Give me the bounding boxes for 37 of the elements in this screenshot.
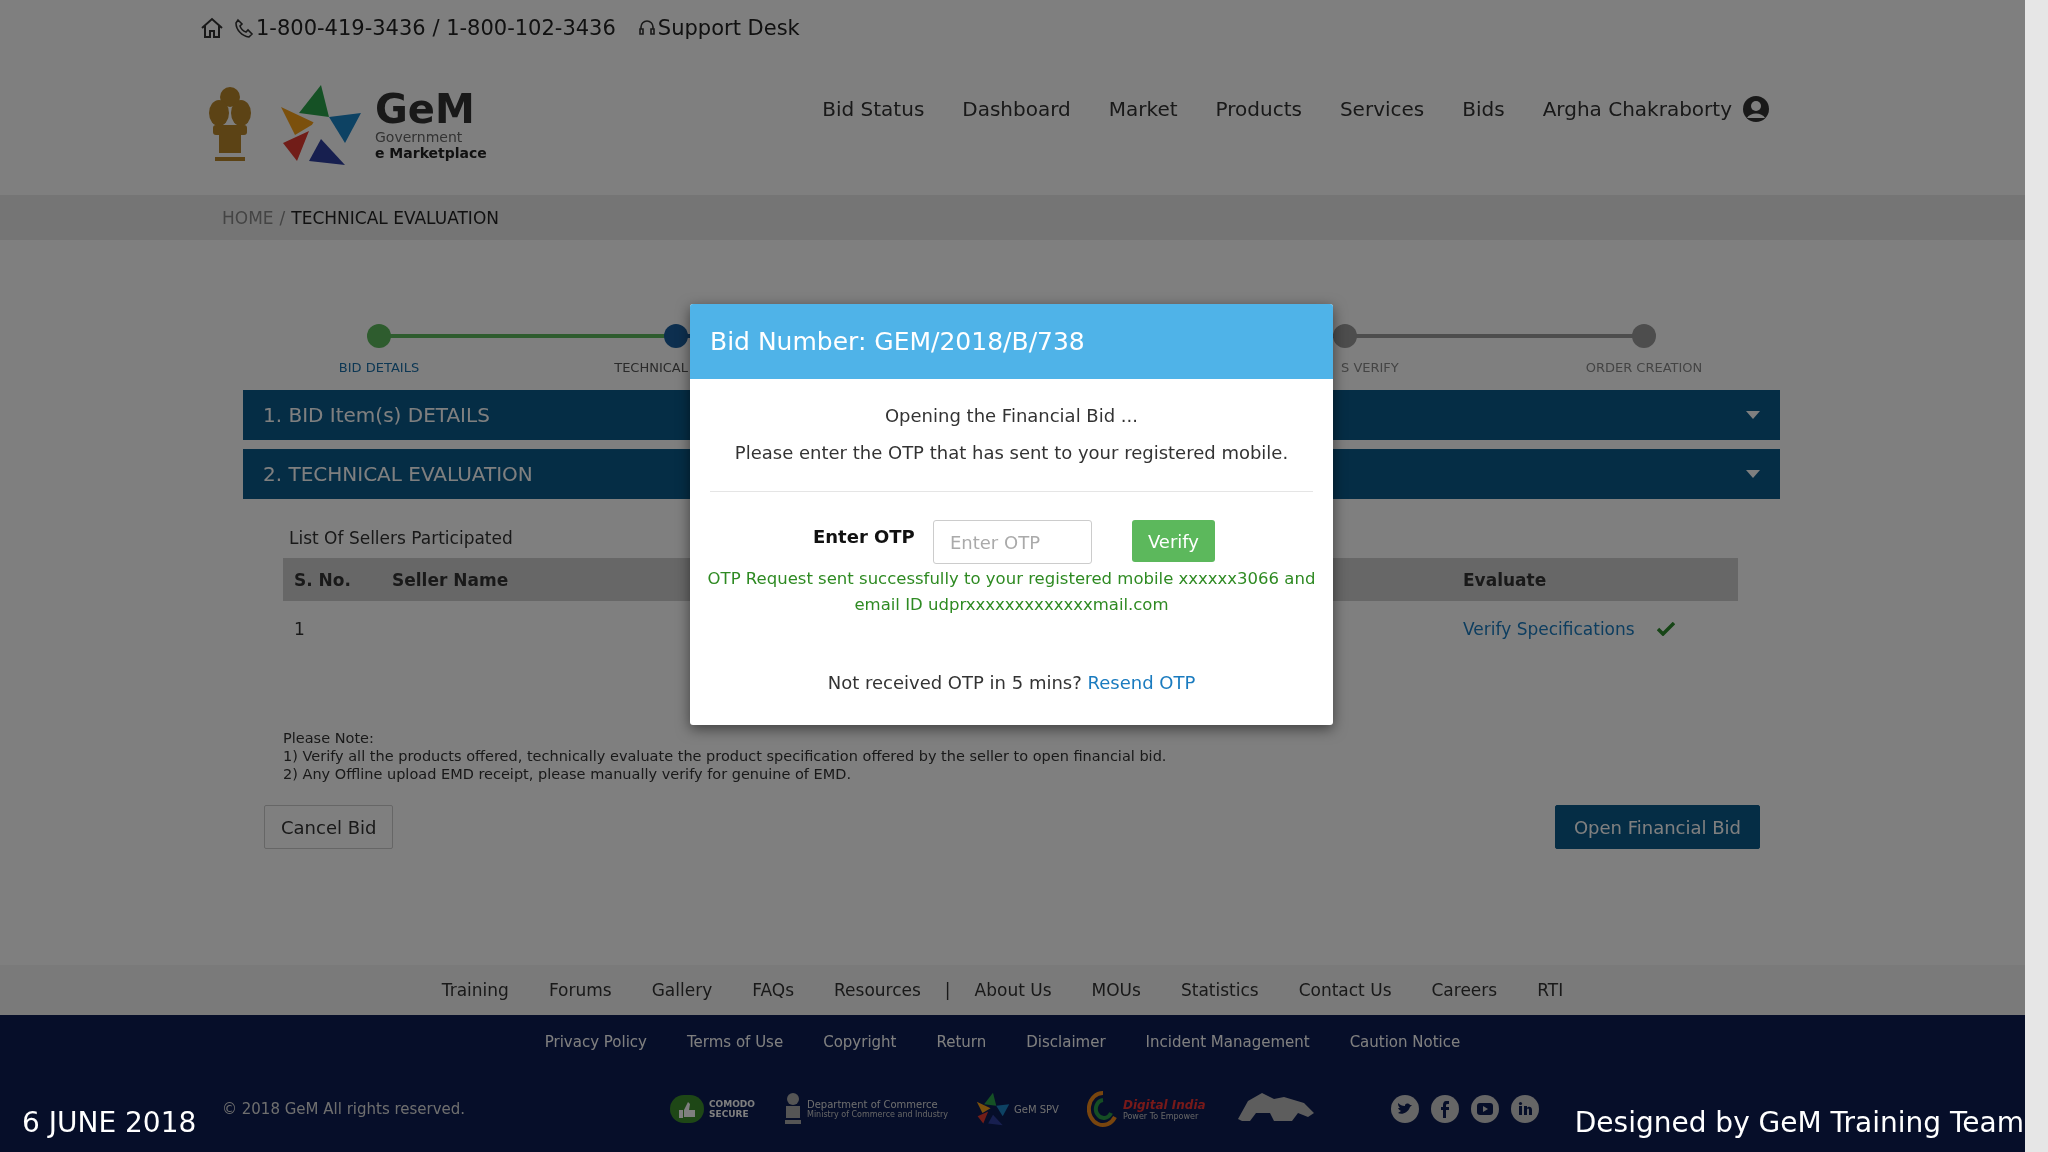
step-label: BID DETAILS [337,360,421,375]
table-title: List Of Sellers Participated [288,528,513,548]
logo-title: GeM [375,89,476,129]
partner-logo-text: GeM SPV [1014,1103,1059,1115]
note-text: 2) Any Offline upload EMD receipt, please manually verify for genuine of EMD. [283,765,852,783]
date-caption: 6 JUNE 2018 [22,1105,197,1139]
partner-logo-text: Digital India [1122,1097,1206,1112]
partner-logo-text: Department of Commerce [807,1099,938,1110]
helpline-numbers: 1-800-419-3436 / 1-800-102-3436 [256,15,616,40]
copyright-text: © 2018 GeM All rights reserved. [222,1100,467,1118]
partner-logo-text: SECURE [709,1109,750,1119]
column-header: S. No. [294,569,351,590]
modal-instruction: Please enter the OTP that has sent to your registered mobile. [733,442,1290,463]
logo-subtitle: Government [375,129,464,145]
partner-logo-text: Ministry of Commerce and Industry [807,1110,948,1119]
column-header: Seller Name [392,569,509,590]
table-cell: 1 [294,619,305,639]
step-label: S VERIFY [1341,360,1399,375]
resend-prompt: Not received OTP in 5 mins? Resend OTP [826,672,1197,693]
note-text: 1) Verify all the products offered, technically evaluate the product specification offered by the seller to open financial bid. [283,747,1168,765]
logo-subtitle: e Marketplace [375,145,487,161]
note-text: Please Note: [283,729,375,747]
otp-status-message: OTP Request sent successfully to your registered mobile xxxxxx3066 and email ID udprxxxxxxxxxxxxxmail.com [706,568,1317,616]
partner-logo-text: COMODO [709,1099,755,1109]
breadcrumb-item: TECHNICAL EVALUATION [291,207,499,228]
step-label: ORDER CREATION [1584,360,1704,375]
otp-label: Enter OTP [812,526,916,547]
section-title: 1. BID Item(s) DETAILS [263,403,490,427]
breadcrumb-separator: / [279,207,286,228]
modal-message: Opening the Financial Bid ... [883,405,1140,426]
modal-title: Bid Number: GEM/2018/B/738 [710,327,1085,356]
separator: | [944,980,951,1000]
section-title: 2. TECHNICAL EVALUATION [263,462,533,486]
credit-caption: Designed by GeM Training Team [1574,1105,2024,1139]
step-label: TECHNICAL [614,360,688,375]
column-header: Evaluate [1463,569,1547,590]
partner-logo-text: Power To Empower [1122,1111,1200,1121]
